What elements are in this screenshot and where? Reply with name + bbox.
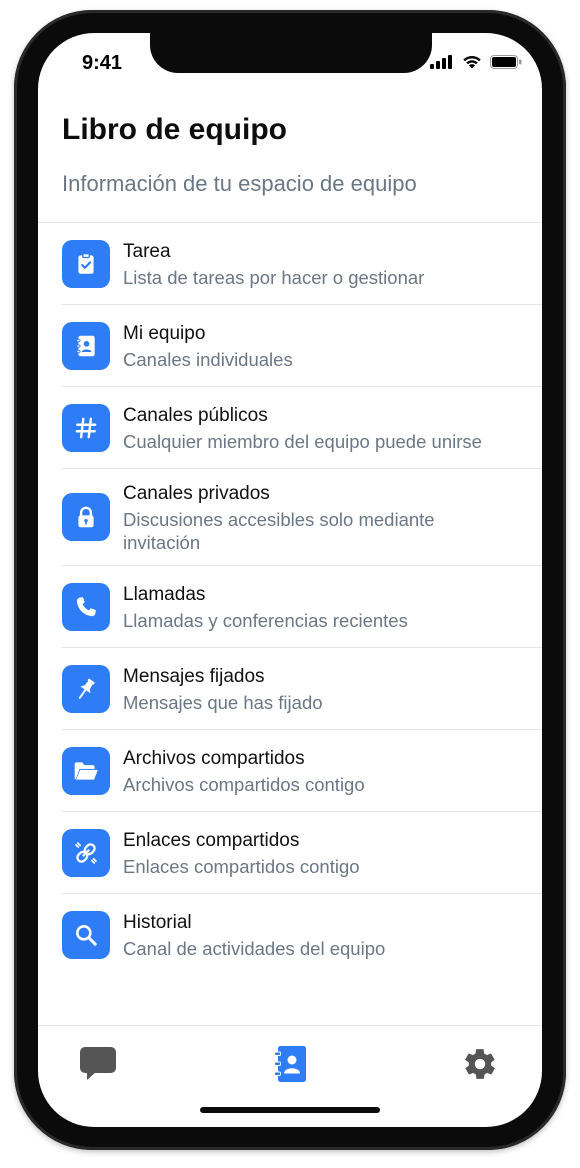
item-description: Llamadas y conferencias recientes [123, 609, 408, 631]
item-label: Mi equipo [123, 322, 206, 344]
contact-book-icon [274, 1046, 306, 1082]
wifi-icon [463, 55, 481, 69]
home-indicator[interactable] [200, 1107, 380, 1113]
page-title: Libro de equipo [62, 113, 287, 146]
list-item-canales-publicos[interactable]: Canales públicos Cualquier miembro del e… [62, 387, 542, 469]
list-item-archivos-compartidos[interactable]: Archivos compartidos Archivos compartido… [62, 730, 542, 812]
item-description: Archivos compartidos contigo [123, 773, 365, 795]
item-label: Canales privados [123, 482, 270, 504]
item-label: Llamadas [123, 583, 206, 605]
page-header: Libro de equipo Información de tu espaci… [38, 109, 542, 199]
tab-settings[interactable] [458, 1042, 502, 1086]
item-label: Mensajes fijados [123, 665, 265, 687]
page-subtitle: Información de tu espacio de equipo [62, 171, 417, 196]
notch [150, 33, 432, 73]
search-icon [62, 911, 110, 959]
list-item-mi-equipo[interactable]: Mi equipo Canales individuales [62, 305, 542, 387]
menu-list: Tarea Lista de tareas por hacer o gestio… [62, 223, 542, 976]
gear-icon [465, 1049, 495, 1079]
clipboard-check-icon [62, 239, 110, 288]
item-description: Canal de actividades del equipo [123, 938, 386, 959]
phone-frame: 9:41 Libro de equipo Información de tu e [14, 10, 566, 1150]
item-label: Canales públicos [123, 404, 268, 426]
cellular-signal-icon [430, 55, 452, 69]
item-description: Enlaces compartidos contigo [123, 855, 360, 877]
list-item-canales-privados[interactable]: Canales privados Discusiones accesibles … [62, 469, 542, 566]
list-item-tarea[interactable]: Tarea Lista de tareas por hacer o gestio… [62, 223, 542, 305]
list-item-mensajes-fijados[interactable]: Mensajes fijados Mensajes que has fijado [62, 648, 542, 730]
item-description: Cualquier miembro del equipo puede unirs… [123, 430, 482, 452]
tab-chat[interactable] [76, 1042, 120, 1086]
item-description: Mensajes que has fijado [123, 691, 323, 713]
phone-icon [62, 582, 110, 631]
item-description: Discusiones accesibles solo mediante inv… [123, 508, 435, 554]
tab-team-book[interactable] [268, 1042, 312, 1086]
link-icon [62, 828, 110, 877]
list-item-llamadas[interactable]: Llamadas Llamadas y conferencias recient… [62, 566, 542, 648]
folder-open-icon [62, 746, 110, 795]
pin-icon [62, 664, 110, 713]
item-label: Tarea [123, 240, 171, 262]
battery-icon [490, 55, 522, 69]
item-description: Canales individuales [123, 348, 293, 370]
item-label: Historial [123, 912, 192, 933]
tab-bar [38, 1026, 542, 1106]
item-description-line: invitación [123, 531, 201, 553]
item-description: Lista de tareas por hacer o gestionar [123, 266, 425, 288]
hash-icon [62, 403, 110, 452]
list-item-enlaces-compartidos[interactable]: Enlaces compartidos Enlaces compartidos … [62, 812, 542, 894]
list-item-historial[interactable]: Historial Canal de actividades del equip… [62, 894, 542, 976]
contact-book-icon [62, 321, 110, 370]
item-label: Archivos compartidos [123, 747, 305, 769]
screen: 9:41 Libro de equipo Información de tu e [38, 33, 542, 1127]
item-label: Enlaces compartidos [123, 829, 300, 851]
status-time: 9:41 [82, 52, 123, 74]
lock-icon [62, 493, 110, 541]
item-description-line: Discusiones accesibles solo mediante [123, 508, 435, 530]
status-icons [430, 55, 522, 69]
chat-icon [80, 1047, 116, 1080]
